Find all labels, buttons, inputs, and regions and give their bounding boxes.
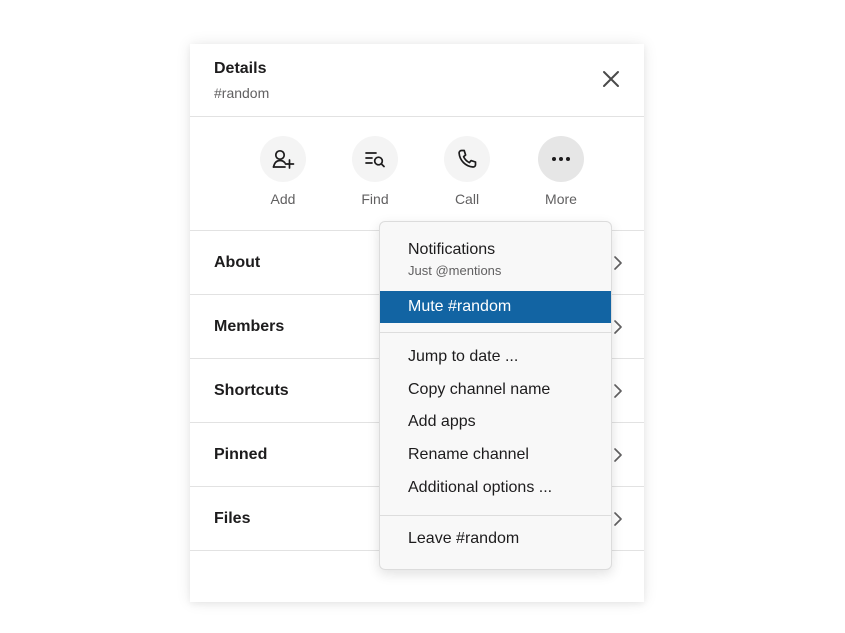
more-button-circle (538, 136, 584, 182)
panel-title: Details (214, 60, 267, 77)
menu-item-copy-channel-name[interactable]: Copy channel name (380, 381, 611, 399)
find-label: Find (361, 191, 389, 207)
add-user-icon (272, 149, 295, 169)
more-icon (552, 157, 570, 161)
menu-item-jump-to-date[interactable]: Jump to date ... (380, 348, 611, 366)
chevron-right-icon (614, 448, 622, 462)
find-button-circle (352, 136, 398, 182)
call-button-circle (444, 136, 490, 182)
chevron-right-icon (614, 384, 622, 398)
notifications-setting: Just @mentions (408, 263, 502, 278)
channel-name: #random (214, 85, 270, 101)
row-label: Files (214, 510, 251, 527)
call-button[interactable]: Call (432, 136, 502, 207)
search-list-icon (365, 152, 385, 168)
more-button[interactable]: More (526, 136, 596, 207)
menu-item-add-apps[interactable]: Add apps (380, 413, 611, 431)
phone-icon (458, 149, 477, 168)
menu-divider (380, 332, 611, 333)
menu-item-notifications[interactable]: Notifications Just @mentions (380, 241, 611, 278)
details-header: Details #random (190, 44, 644, 117)
close-button[interactable] (600, 68, 622, 90)
menu-item-label: Notifications (408, 241, 496, 258)
row-label: About (214, 254, 261, 271)
menu-item-mute[interactable]: Mute #random (380, 291, 611, 323)
call-label: Call (454, 191, 480, 207)
more-label: More (545, 191, 577, 207)
chevron-right-icon (614, 320, 622, 334)
add-button[interactable]: Add (248, 136, 318, 207)
menu-item-additional-options[interactable]: Additional options ... (380, 479, 611, 497)
find-button[interactable]: Find (340, 136, 410, 207)
add-label: Add (270, 191, 296, 207)
add-button-circle (260, 136, 306, 182)
row-label: Pinned (214, 446, 268, 463)
menu-divider (380, 515, 611, 516)
channel-actions: Add Find Call More (190, 117, 644, 230)
menu-item-rename-channel[interactable]: Rename channel (380, 446, 611, 464)
row-label: Shortcuts (214, 382, 289, 399)
row-label: Members (214, 318, 285, 335)
menu-item-leave-channel[interactable]: Leave #random (380, 530, 611, 548)
chevron-right-icon (614, 256, 622, 270)
close-icon (603, 71, 619, 87)
chevron-right-icon (614, 512, 622, 526)
more-actions-menu: Notifications Just @mentions Mute #rando… (379, 221, 612, 570)
